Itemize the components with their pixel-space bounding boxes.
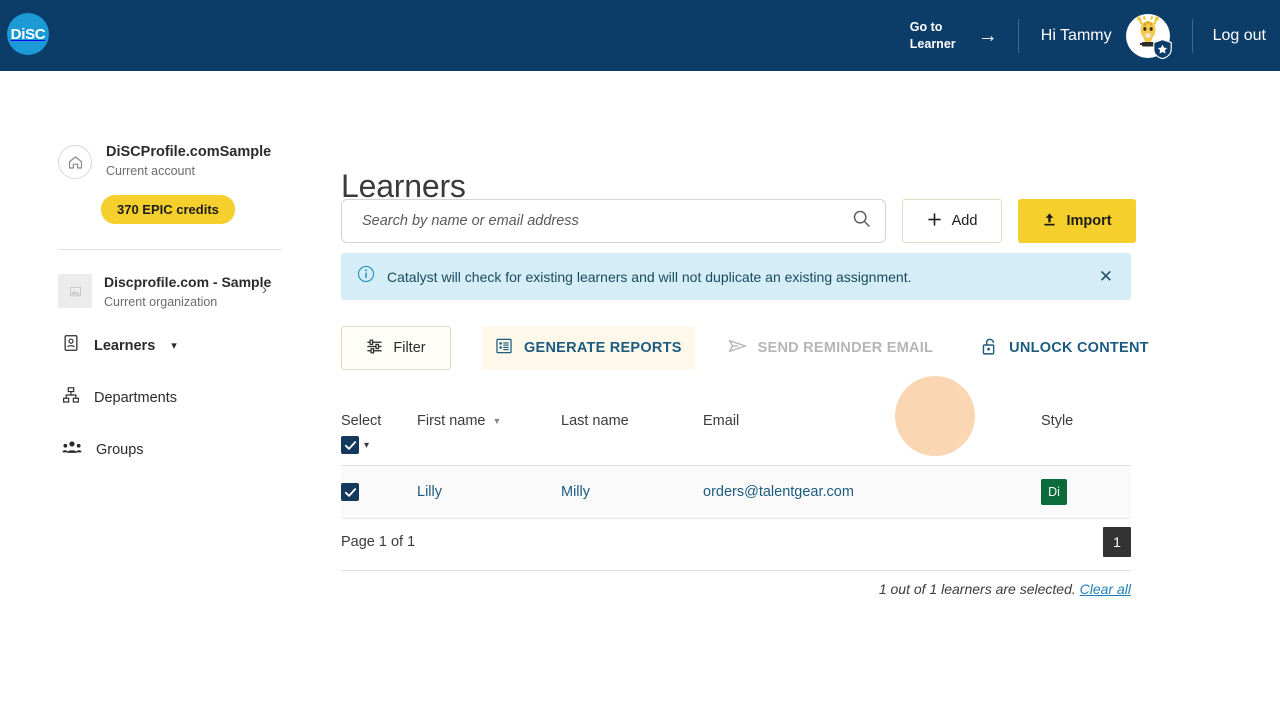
- column-header-last-name[interactable]: Last name: [561, 413, 703, 429]
- row-checkbox[interactable]: [341, 483, 359, 501]
- sidebar-item-departments-label: Departments: [94, 389, 178, 406]
- current-account-text: DiSCProfile.comSample Current account: [106, 143, 271, 178]
- pagination-divider: [341, 570, 1131, 571]
- header-right-cluster: Go to Learner → Hi Tammy Log out: [910, 0, 1280, 71]
- clear-all-link[interactable]: Clear all: [1080, 581, 1131, 597]
- search-box[interactable]: [341, 199, 886, 243]
- filter-sliders-icon: [366, 338, 383, 359]
- epic-credits-badge[interactable]: 370 EPIC credits: [101, 195, 235, 224]
- sidebar-item-groups-label: Groups: [96, 441, 144, 458]
- select-all-chevron-down-icon[interactable]: ▾: [364, 440, 369, 451]
- column-header-select-label: Select: [341, 413, 382, 429]
- sidebar-item-learners-label: Learners: [94, 337, 156, 354]
- table-row[interactable]: Lilly Milly orders@talentgear.com Di: [341, 466, 1131, 519]
- table-header-row: Select ▾ First name ▼ Last name Email St…: [341, 401, 1131, 466]
- search-input[interactable]: [360, 212, 852, 230]
- greeting-text: Hi Tammy: [1040, 26, 1112, 44]
- go-to-learner-line2: Learner: [909, 36, 956, 51]
- plus-icon: [927, 212, 942, 231]
- row-first-name-cell: Lilly: [417, 483, 561, 501]
- column-header-last-name-label: Last name: [561, 413, 629, 429]
- arrow-right-icon: →: [977, 24, 998, 47]
- row-style-cell: Di: [1041, 479, 1131, 505]
- learner-card-icon: [62, 334, 80, 357]
- sidebar-item-departments[interactable]: Departments: [0, 383, 300, 413]
- disc-logo-text: DiSC: [7, 13, 49, 55]
- row-last-name-cell: Milly: [561, 483, 703, 501]
- sidebar: DiSCProfile.comSample Current account 37…: [0, 71, 300, 713]
- top-header-bar: Gd DiSC Go to Learner → Hi Tammy: [0, 0, 1280, 71]
- table-action-toolbar: Filter GENERATE REPORTS SEND REMINDER EM…: [341, 326, 1162, 370]
- upload-icon: [1042, 212, 1057, 231]
- pagination: Page 1 of 1 1: [341, 514, 1131, 570]
- generate-reports-button[interactable]: GENERATE REPORTS: [482, 326, 695, 370]
- go-to-learner-line1: Go to: [909, 19, 943, 34]
- learners-table: Select ▾ First name ▼ Last name Email St…: [341, 401, 1131, 519]
- close-icon[interactable]: ✕: [1097, 264, 1115, 289]
- column-header-style[interactable]: Style: [1041, 413, 1131, 429]
- info-banner: Catalyst will check for existing learner…: [341, 253, 1131, 300]
- send-reminder-email-label: SEND REMINDER EMAIL: [757, 340, 934, 356]
- select-all-checkbox[interactable]: [341, 436, 359, 454]
- column-header-email-label: Email: [703, 413, 740, 429]
- report-list-icon: [495, 337, 513, 359]
- go-to-learner-label: Go to Learner: [910, 19, 966, 53]
- avatar[interactable]: [1125, 13, 1172, 59]
- disc-logo-icon[interactable]: DiSC: [4, 12, 49, 56]
- organization-name: Discprofile.com - Sample: [104, 274, 272, 290]
- unlock-content-label: UNLOCK CONTENT: [1009, 340, 1149, 356]
- learner-last-name-link[interactable]: Milly: [561, 484, 590, 500]
- filter-button[interactable]: Filter: [341, 326, 451, 370]
- info-banner-text: Catalyst will check for existing learner…: [387, 268, 912, 285]
- info-circle-icon: [357, 265, 375, 288]
- account-name: DiSCProfile.comSample: [106, 144, 272, 160]
- logout-link[interactable]: Log out: [1193, 27, 1266, 45]
- generate-reports-label: GENERATE REPORTS: [524, 340, 682, 356]
- sidebar-divider: [58, 249, 282, 250]
- row-email-cell: orders@talentgear.com: [703, 483, 1041, 501]
- add-button[interactable]: Add: [902, 199, 1002, 243]
- current-account-block[interactable]: DiSCProfile.comSample Current account: [0, 143, 300, 179]
- unlock-padlock-icon: [981, 337, 998, 360]
- home-icon: [58, 145, 92, 179]
- current-organization-block[interactable]: Discprofile.com - Sample Current organiz…: [0, 274, 300, 309]
- organization-subtitle: Current organization: [104, 294, 218, 309]
- search-icon[interactable]: [852, 209, 871, 233]
- current-organization-text: Discprofile.com - Sample Current organiz…: [104, 274, 271, 309]
- column-header-first-name[interactable]: First name ▼: [417, 413, 561, 429]
- unlock-content-button[interactable]: UNLOCK CONTENT: [968, 326, 1162, 370]
- chevron-right-icon: ›: [262, 281, 267, 298]
- shield-star-icon: [1152, 38, 1172, 59]
- column-header-select: Select ▾: [341, 413, 417, 454]
- send-paper-plane-icon: [728, 338, 747, 358]
- learner-first-name-link[interactable]: Lilly: [417, 484, 442, 500]
- style-badge: Di: [1041, 479, 1067, 505]
- go-to-learner-link[interactable]: Go to Learner →: [910, 19, 1018, 53]
- people-group-icon: [62, 438, 82, 461]
- learner-email-link[interactable]: orders@talentgear.com: [703, 484, 854, 500]
- add-button-label: Add: [951, 213, 978, 229]
- sidebar-item-learners[interactable]: Learners ▾: [0, 331, 300, 361]
- import-button-label: Import: [1066, 213, 1112, 229]
- image-placeholder-icon: [58, 274, 92, 308]
- main-content: Learners Add: [300, 71, 1280, 713]
- column-header-style-label: Style: [1041, 413, 1074, 429]
- page-label: Page 1 of 1: [341, 534, 416, 550]
- sort-descending-icon: ▼: [492, 416, 502, 426]
- selection-summary: 1 out of 1 learners are selected. Clear …: [341, 581, 1131, 597]
- selection-summary-text: 1 out of 1 learners are selected.: [878, 581, 1076, 597]
- row-select-cell: [341, 483, 417, 501]
- org-chart-icon: [62, 386, 80, 409]
- filter-button-label: Filter: [393, 340, 426, 356]
- page-number-button[interactable]: 1: [1103, 527, 1131, 557]
- column-header-first-name-label: First name: [417, 413, 486, 429]
- sidebar-item-groups[interactable]: Groups: [0, 435, 300, 465]
- account-subtitle: Current account: [106, 164, 195, 179]
- search-and-actions-row: Add Import: [341, 199, 1136, 243]
- chevron-down-icon: ▾: [171, 340, 177, 352]
- send-reminder-email-button[interactable]: SEND REMINDER EMAIL: [715, 326, 947, 370]
- import-button[interactable]: Import: [1018, 199, 1136, 243]
- select-all-control[interactable]: ▾: [341, 436, 417, 454]
- column-header-email[interactable]: Email: [703, 413, 1041, 429]
